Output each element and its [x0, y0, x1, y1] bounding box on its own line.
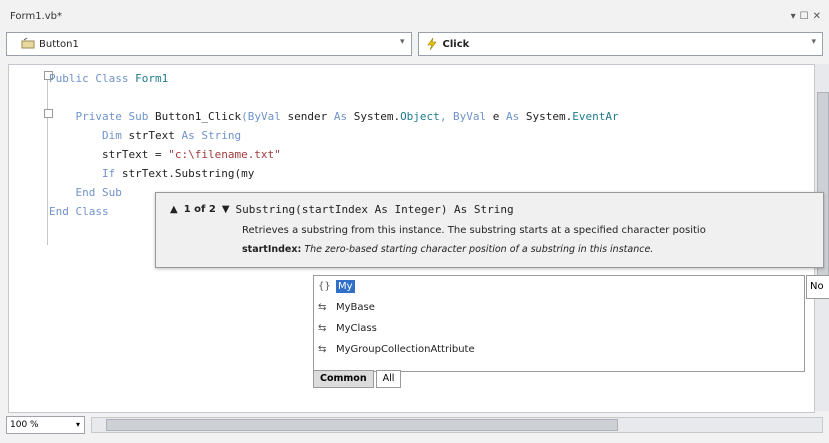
- event-lightning-icon: [426, 37, 437, 51]
- code-token: "c:\filename.txt": [168, 148, 281, 161]
- tab-common[interactable]: Common: [313, 370, 374, 388]
- intellisense-tabs: Common All: [313, 370, 403, 388]
- code-token: Public Class: [49, 72, 129, 85]
- previous-overload-icon[interactable]: ▲: [170, 204, 178, 215]
- keyword-icon: ⇆: [318, 302, 327, 313]
- code-token: EventAr: [572, 110, 619, 123]
- list-item[interactable]: ⇆ MyGroupCollectionAttribute: [314, 339, 804, 360]
- chevron-down-icon[interactable]: ▾: [811, 37, 816, 47]
- tab-all[interactable]: All: [375, 370, 402, 388]
- class-icon: ⇆: [318, 344, 327, 355]
- code-token: e: [492, 110, 500, 123]
- zoom-combobox[interactable]: 100 % ▾: [6, 416, 85, 434]
- parameter-name: startIndex:: [242, 244, 302, 255]
- code-token: String: [201, 129, 242, 142]
- parameter-info-tooltip: ▲ 1 of 2 ▼ Substring(startIndex As Integ…: [155, 192, 824, 268]
- event-combobox-value: Click: [442, 38, 470, 50]
- code-token: As: [181, 129, 195, 142]
- code-token: Form1: [135, 72, 169, 85]
- list-item-label: MyBase: [336, 302, 375, 313]
- item-tooltip: No: [806, 275, 829, 299]
- object-combobox-value: Button1: [39, 38, 79, 50]
- list-item-label: My: [336, 280, 355, 293]
- code-token: strText.Substring(my: [121, 167, 255, 180]
- chevron-down-icon[interactable]: ▾: [400, 37, 405, 47]
- code-token: , ByVal: [439, 110, 487, 123]
- list-item-label: MyGroupCollectionAttribute: [336, 344, 475, 355]
- list-item-label: MyClass: [336, 323, 377, 334]
- scrollbar-thumb[interactable]: [106, 419, 618, 431]
- title-bar: Form1.vb* ▾ ☐ ✕: [6, 4, 823, 28]
- outline-line: [47, 75, 48, 245]
- event-combobox[interactable]: Click ▾: [417, 32, 823, 56]
- editor-status-bar: 100 % ▾: [6, 414, 823, 436]
- intellisense-list[interactable]: {} My ⇆ MyBase ⇆ MyClass ⇆ MyGroupCollec…: [313, 275, 805, 372]
- code-token: sender: [287, 110, 328, 123]
- parameter-description: startIndex: The zero-based starting char…: [242, 244, 653, 255]
- chevron-down-icon[interactable]: ▾: [76, 417, 80, 433]
- namespace-icon: {}: [318, 281, 331, 292]
- code-token: As: [506, 110, 520, 123]
- code-token: System.: [353, 110, 401, 123]
- navigation-bar: Button1 ▾ Click ▾: [6, 32, 823, 58]
- code-token: End Class: [49, 205, 109, 218]
- window-controls: ▾ ☐ ✕: [791, 11, 823, 22]
- list-item[interactable]: ⇆ MyClass: [314, 318, 804, 339]
- keyword-icon: ⇆: [318, 323, 327, 334]
- code-token: If: [101, 167, 116, 180]
- method-signature: Substring(startIndex As Integer) As Stri…: [235, 203, 514, 216]
- list-item[interactable]: ⇆ MyBase: [314, 297, 804, 318]
- dropdown-icon[interactable]: ▾: [791, 11, 796, 22]
- maximize-icon[interactable]: ☐: [800, 11, 809, 22]
- horizontal-scrollbar[interactable]: [91, 417, 823, 433]
- code-token: As: [333, 110, 348, 123]
- button-control-icon: [21, 37, 35, 49]
- list-item[interactable]: {} My: [314, 276, 804, 297]
- signature-line: ▲ 1 of 2 ▼ Substring(startIndex As Integ…: [170, 203, 514, 216]
- code-token: strText: [128, 129, 175, 142]
- code-token: strText =: [101, 148, 162, 161]
- object-combobox[interactable]: Button1 ▾: [6, 32, 412, 56]
- close-icon[interactable]: ✕: [813, 11, 821, 22]
- code-token: Dim: [101, 129, 122, 142]
- next-overload-icon[interactable]: ▼: [222, 204, 230, 215]
- code-token: Button1_Click: [154, 110, 242, 123]
- code-token: Private Sub: [75, 110, 149, 123]
- code-token: System.: [525, 110, 573, 123]
- zoom-value: 100 %: [10, 420, 39, 430]
- code-token: End Sub: [75, 186, 122, 199]
- code-editor-window: Form1.vb* ▾ ☐ ✕ Button1 ▾ Click ▾ Public: [0, 0, 829, 443]
- document-tab[interactable]: Form1.vb*: [6, 11, 62, 22]
- parameter-text: The zero-based starting character positi…: [304, 244, 654, 255]
- method-description: Retrieves a substring from this instance…: [242, 225, 706, 236]
- code-token: Object: [400, 110, 440, 123]
- code-token: (ByVal: [241, 110, 281, 123]
- overload-counter: 1 of 2: [183, 204, 216, 215]
